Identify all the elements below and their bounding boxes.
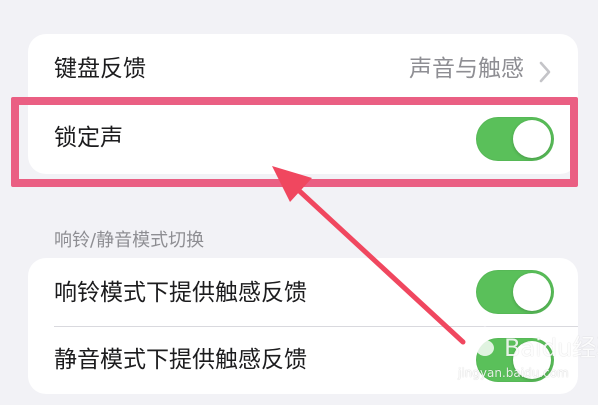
lock-sound-toggle[interactable] <box>476 117 554 161</box>
settings-group-keyboard: 键盘反馈 声音与触感 锁定声 <box>28 34 578 174</box>
ring-mode-haptics-row: 响铃模式下提供触感反馈 <box>28 258 578 326</box>
toggle-knob <box>513 273 551 311</box>
keyboard-feedback-label: 键盘反馈 <box>54 56 146 82</box>
silent-mode-haptics-toggle[interactable] <box>476 338 554 382</box>
toggle-knob <box>513 120 551 158</box>
lock-sound-row: 锁定声 <box>28 105 578 173</box>
ring-mode-haptics-label: 响铃模式下提供触感反馈 <box>54 280 307 306</box>
keyboard-feedback-value: 声音与触感 <box>409 56 524 82</box>
toggle-knob <box>513 341 551 379</box>
lock-sound-label: 锁定声 <box>54 125 123 151</box>
silent-mode-haptics-row: 静音模式下提供触感反馈 <box>28 327 578 394</box>
chevron-right-icon <box>539 61 551 83</box>
settings-group-ring-silent: 响铃模式下提供触感反馈 静音模式下提供触感反馈 <box>28 258 578 394</box>
ring-mode-haptics-toggle[interactable] <box>476 270 554 314</box>
section-header-ring-silent: 响铃/静音模式切换 <box>54 230 205 251</box>
silent-mode-haptics-label: 静音模式下提供触感反馈 <box>54 347 307 373</box>
keyboard-feedback-row[interactable]: 键盘反馈 声音与触感 <box>28 34 578 102</box>
